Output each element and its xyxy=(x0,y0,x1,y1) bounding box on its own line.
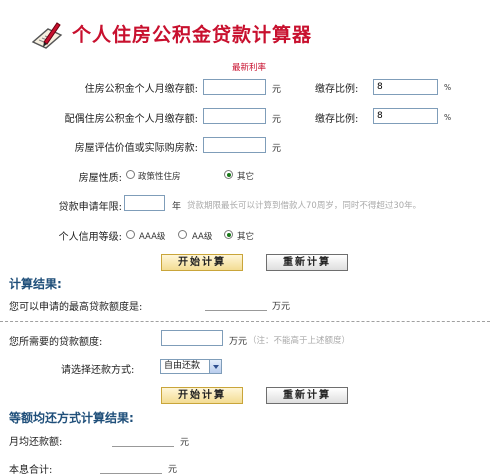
credit-other-radio[interactable] xyxy=(224,230,233,239)
start-calc-button-2[interactable]: 开始计算 xyxy=(161,387,243,404)
total-value-line xyxy=(100,473,162,474)
credit-aaa-label: AAA级 xyxy=(139,232,166,242)
monthly-payment-value-line xyxy=(112,446,174,447)
needed-loan-input[interactable] xyxy=(161,330,223,346)
repay-method-selected: 自由还款 xyxy=(164,361,201,371)
spouse-ratio-unit: % xyxy=(444,113,452,122)
loan-years-unit: 年 xyxy=(172,202,182,212)
max-loan-unit: 万元 xyxy=(272,302,291,312)
calculator-pen-icon xyxy=(31,22,63,49)
personal-deposit-input[interactable] xyxy=(203,79,266,95)
credit-aa-label: AA级 xyxy=(192,232,213,242)
needed-loan-unit: 万元 xyxy=(229,337,248,347)
credit-aa-radio[interactable] xyxy=(178,230,187,239)
personal-ratio-input[interactable] xyxy=(373,79,438,95)
house-type-policy-label: 政策性住房 xyxy=(138,172,181,182)
latest-rate-link[interactable]: 最新利率 xyxy=(232,61,266,73)
personal-deposit-label: 住房公积金个人月缴存额: xyxy=(84,84,198,95)
repay-method-label: 请选择还款方式: xyxy=(61,365,135,376)
house-type-label: 房屋性质: xyxy=(78,173,122,184)
repay-method-select[interactable]: 自由还款 xyxy=(160,359,222,374)
credit-level-label: 个人信用等级: xyxy=(58,232,122,243)
monthly-payment-label: 月均还款额: xyxy=(9,437,63,448)
needed-loan-note: （注：不能高于上述额度） xyxy=(248,336,351,346)
reset-calc-button-2[interactable]: 重新计算 xyxy=(266,387,348,404)
house-type-policy-radio[interactable] xyxy=(126,170,135,179)
spouse-ratio-input[interactable] xyxy=(373,108,438,124)
max-loan-label: 您可以申请的最高贷款额度是: xyxy=(9,302,143,313)
credit-aaa-radio[interactable] xyxy=(126,230,135,239)
house-type-other-radio[interactable] xyxy=(224,170,233,179)
results-heading: 计算结果: xyxy=(9,277,62,291)
house-value-input[interactable] xyxy=(203,137,266,153)
loan-years-label: 贷款申请年限: xyxy=(58,202,122,213)
page-title: 个人住房公积金贷款计算器 xyxy=(72,24,313,46)
credit-other-label: 其它 xyxy=(237,232,255,242)
loan-years-hint: 贷款期限最长可以计算到借款人70周岁，同时不得超过30年。 xyxy=(187,201,422,211)
max-loan-value-line xyxy=(205,310,267,311)
house-value-unit: 元 xyxy=(272,144,282,154)
loan-years-input[interactable] xyxy=(124,195,165,211)
total-label: 本息合计: xyxy=(9,465,53,476)
chevron-down-icon xyxy=(209,360,221,373)
spouse-deposit-label: 配偶住房公积金个人月缴存额: xyxy=(64,114,198,125)
personal-deposit-unit: 元 xyxy=(272,85,282,95)
equal-results-heading: 等额均还方式计算结果: xyxy=(9,411,134,425)
house-type-other-label: 其它 xyxy=(237,172,255,182)
reset-calc-button[interactable]: 重新计算 xyxy=(266,254,348,271)
personal-ratio-label: 缴存比例: xyxy=(315,84,359,95)
house-value-label: 房屋评估价值或实际购房款: xyxy=(74,143,198,154)
monthly-payment-unit: 元 xyxy=(180,438,190,448)
spouse-deposit-unit: 元 xyxy=(272,115,282,125)
spouse-deposit-input[interactable] xyxy=(203,108,266,124)
needed-loan-label: 您所需要的贷款额度: xyxy=(9,337,103,348)
section-divider xyxy=(0,321,490,322)
spouse-ratio-label: 缴存比例: xyxy=(315,114,359,125)
start-calc-button[interactable]: 开始计算 xyxy=(161,254,243,271)
total-unit: 元 xyxy=(168,465,178,475)
personal-ratio-unit: % xyxy=(444,83,452,92)
